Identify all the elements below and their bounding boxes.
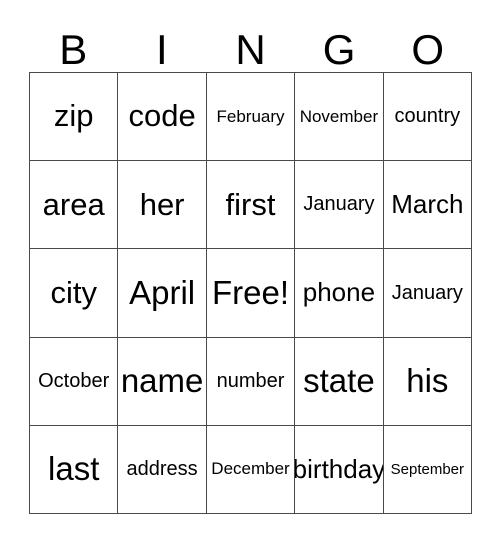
bingo-row: last address December birthday September	[30, 425, 473, 515]
bingo-cell-b4[interactable]: October	[30, 337, 119, 426]
bingo-cell-label: state	[303, 361, 375, 399]
bingo-cell-n5[interactable]: December	[206, 425, 296, 515]
bingo-cell-label: March	[391, 189, 464, 220]
bingo-cell-i2[interactable]: her	[118, 161, 207, 250]
bingo-header-letter-b: B	[59, 26, 88, 73]
bingo-cell-label: zip	[53, 98, 94, 134]
bingo-cell-label: October	[38, 369, 110, 392]
bingo-cell-label: phone	[302, 277, 376, 308]
bingo-cell-o3[interactable]: January	[383, 249, 473, 338]
bingo-cell-n2[interactable]: first	[206, 161, 296, 250]
bingo-cell-o4[interactable]: his	[383, 337, 473, 426]
bingo-cell-label: country	[394, 105, 461, 128]
bingo-cell-g4[interactable]: state	[295, 337, 384, 426]
bingo-cell-o2[interactable]: March	[383, 161, 473, 250]
bingo-row: city April Free! phone January	[30, 249, 473, 338]
bingo-cell-g5[interactable]: birthday	[295, 425, 384, 515]
bingo-cell-label: her	[139, 186, 185, 222]
bingo-header-letter-i: I	[156, 26, 168, 73]
bingo-header-letter-o: O	[411, 26, 444, 73]
bingo-cell-b1[interactable]: zip	[30, 73, 119, 162]
bingo-cell-label: area	[42, 186, 105, 222]
bingo-cell-g1[interactable]: November	[295, 73, 384, 162]
bingo-cell-b2[interactable]: area	[30, 161, 119, 250]
bingo-cell-label: code	[128, 98, 196, 134]
bingo-cell-g3[interactable]: phone	[295, 249, 384, 338]
bingo-header: B I N G O	[29, 14, 472, 72]
bingo-row: October name number state his	[30, 337, 473, 426]
bingo-cell-free-space[interactable]: Free!	[206, 249, 296, 338]
bingo-cell-label: February	[216, 106, 285, 126]
bingo-cell-i4[interactable]: name	[118, 337, 207, 426]
bingo-cell-label: September	[390, 460, 465, 478]
bingo-cell-g2[interactable]: January	[295, 161, 384, 250]
bingo-cell-label: first	[225, 186, 276, 222]
bingo-row: area her first January March	[30, 161, 473, 250]
bingo-cell-label: birthday	[295, 453, 384, 484]
bingo-cell-label: January	[391, 281, 463, 304]
bingo-cell-b5[interactable]: last	[30, 425, 119, 515]
bingo-cell-i3[interactable]: April	[118, 249, 207, 338]
bingo-cell-label: April	[129, 273, 196, 311]
bingo-cell-label: name	[120, 361, 204, 399]
bingo-cell-label: his	[406, 361, 449, 399]
bingo-cell-label: address	[126, 457, 198, 480]
bingo-cell-o1[interactable]: country	[383, 73, 473, 162]
bingo-cell-label: number	[216, 369, 285, 392]
bingo-cell-label: January	[303, 193, 375, 216]
bingo-cell-label: November	[299, 106, 379, 126]
bingo-cell-label: December	[211, 459, 290, 479]
bingo-cell-label: Free!	[212, 273, 290, 311]
bingo-cell-i1[interactable]: code	[118, 73, 207, 162]
bingo-cell-b3[interactable]: city	[30, 249, 119, 338]
bingo-row: zip code February November country	[30, 73, 473, 162]
bingo-cell-n1[interactable]: February	[206, 73, 296, 162]
bingo-cell-label: city	[50, 274, 97, 310]
bingo-cell-o5[interactable]: September	[383, 425, 473, 515]
bingo-cell-label: last	[48, 450, 100, 488]
bingo-cell-n4[interactable]: number	[206, 337, 296, 426]
bingo-card: B I N G O zip code February November cou…	[29, 14, 473, 515]
bingo-header-letter-n: N	[235, 26, 266, 73]
bingo-cell-i5[interactable]: address	[118, 425, 207, 515]
bingo-header-letter-g: G	[322, 26, 356, 73]
bingo-grid: zip code February November country area …	[29, 72, 473, 515]
